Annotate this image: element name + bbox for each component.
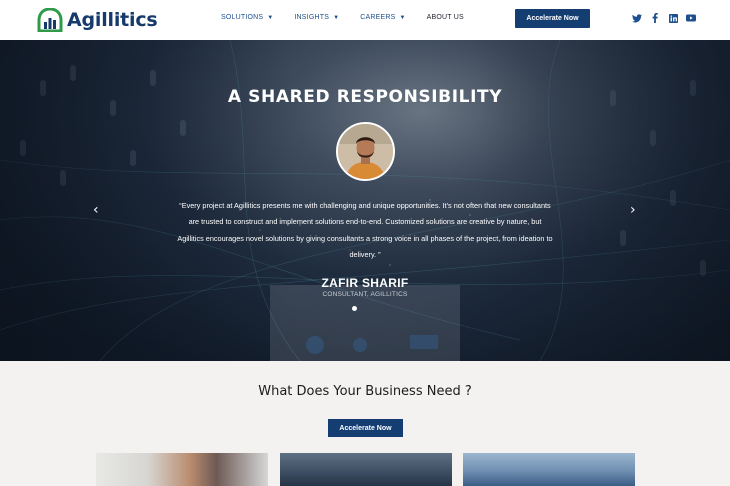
chevron-down-icon: ▼ (267, 14, 274, 21)
nav-label: INSIGHTS (294, 14, 330, 21)
logo[interactable]: Agillitics (37, 7, 158, 33)
facebook-icon[interactable] (650, 13, 660, 23)
avatar (336, 122, 395, 181)
nav-item-insights[interactable]: INSIGHTS ▼ (294, 14, 339, 21)
hero-title: A SHARED RESPONSIBILITY (227, 87, 503, 107)
chevron-down-icon: ▼ (333, 14, 340, 21)
carousel-prev-arrow-icon[interactable]: ‹ (93, 202, 99, 218)
testimonial-role: CONSULTANT, AGILLITICS (322, 291, 408, 298)
nav-label: CAREERS (360, 14, 396, 21)
carousel-next-arrow-icon[interactable]: › (630, 202, 636, 218)
site-header: Agillitics SOLUTIONS ▼ INSIGHTS ▼ CAREER… (0, 0, 730, 40)
nav-item-solutions[interactable]: SOLUTIONS ▼ (221, 14, 273, 21)
testimonial-quote: “Every project at Agillitics presents me… (177, 201, 553, 259)
section-title: What Does Your Business Need ? (258, 384, 472, 399)
main-nav: SOLUTIONS ▼ INSIGHTS ▼ CAREERS ▼ ABOUT U… (221, 14, 485, 21)
logo-icon (37, 7, 63, 33)
linkedin-icon[interactable] (668, 13, 678, 23)
nav-item-careers[interactable]: CAREERS ▼ (360, 14, 405, 21)
social-links (632, 13, 704, 23)
youtube-icon[interactable] (686, 13, 696, 23)
testimonial-name: ZAFIR SHARIF (321, 276, 409, 290)
logo-text: Agillitics (67, 9, 158, 31)
testimonial-carousel: A SHARED RESPONSIBILITY “Every project a… (0, 40, 730, 361)
carousel-dot-active[interactable] (352, 306, 357, 311)
service-card-image[interactable] (96, 453, 268, 486)
chevron-down-icon: ▼ (399, 14, 406, 21)
nav-label: ABOUT US (426, 14, 464, 21)
service-card-image[interactable] (463, 453, 635, 486)
accelerate-now-button-secondary[interactable]: Accelerate Now (328, 419, 403, 437)
nav-item-about-us[interactable]: ABOUT US (427, 14, 464, 21)
nav-label: SOLUTIONS (221, 14, 264, 21)
accelerate-now-button[interactable]: Accelerate Now (515, 9, 590, 28)
service-card-image[interactable] (280, 453, 452, 486)
twitter-icon[interactable] (632, 13, 642, 23)
